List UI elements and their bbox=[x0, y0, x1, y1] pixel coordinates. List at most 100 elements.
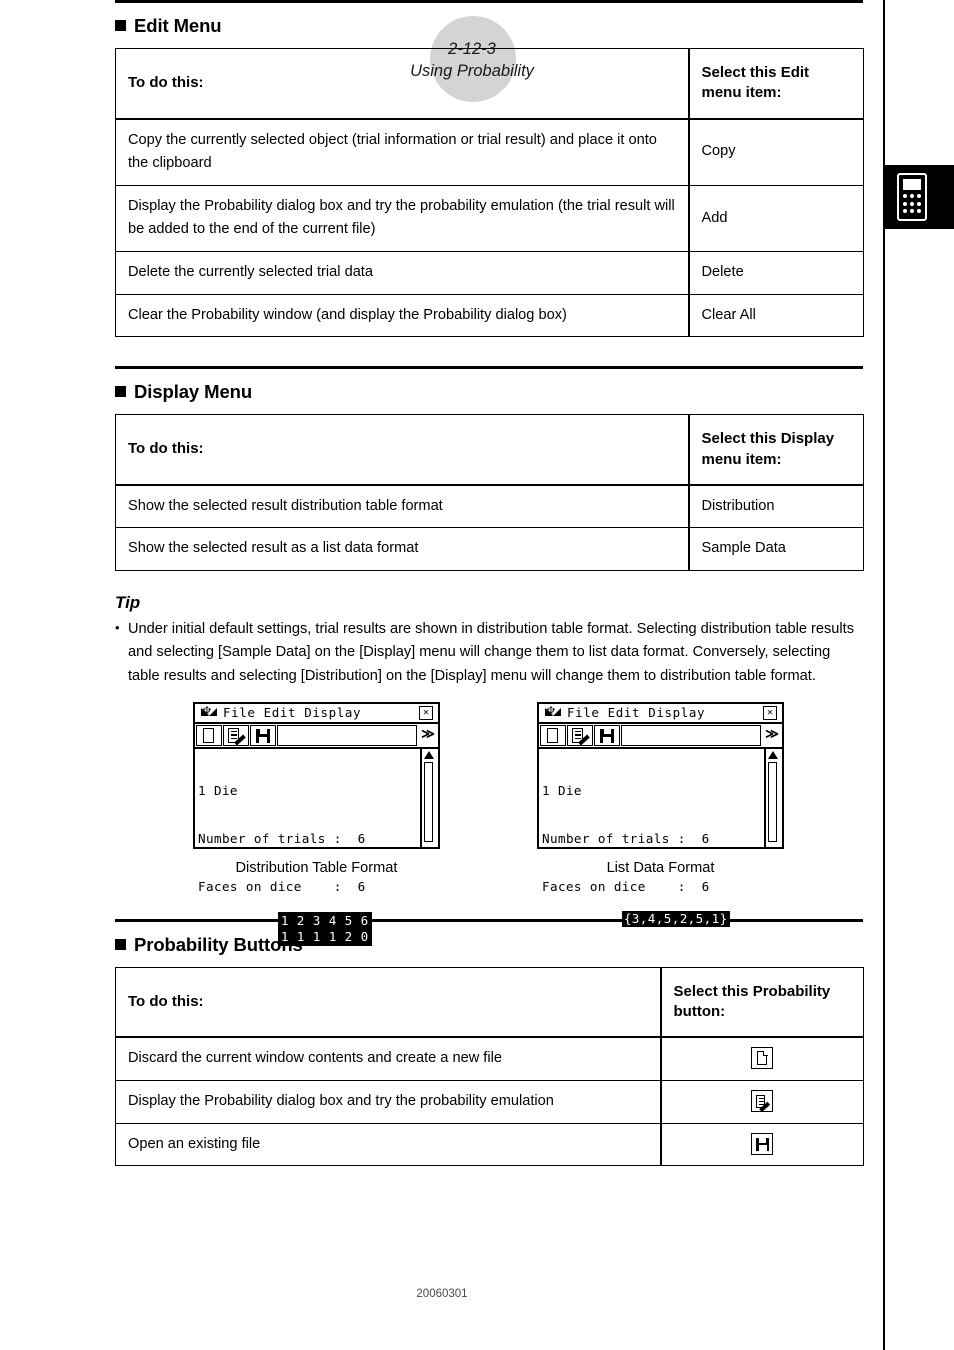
cell-action: Show the selected result distribution ta… bbox=[115, 484, 689, 529]
lcd-scrollbar[interactable] bbox=[764, 748, 782, 847]
lcd-line-trials: Number of trials : 6 bbox=[198, 830, 366, 846]
calculator-icon bbox=[897, 173, 927, 221]
close-icon[interactable]: ✕ bbox=[419, 705, 433, 720]
lcd-scrollbar[interactable] bbox=[420, 748, 438, 847]
cell-action: Discard the current window contents and … bbox=[115, 1036, 661, 1081]
screenshot-caption: Distribution Table Format bbox=[235, 859, 398, 876]
open-file-icon[interactable] bbox=[751, 1132, 774, 1155]
table-header-row: To do this: Select this Probability butt… bbox=[115, 966, 864, 1039]
lcd-toolbar: ≫ bbox=[537, 723, 784, 749]
lcd-titlebar: ♆ File Edit Display ✕ bbox=[193, 701, 440, 724]
toolbar-overflow-icon[interactable]: ≫ bbox=[418, 725, 438, 745]
cell-action: Display the Probability dialog box and t… bbox=[115, 1079, 661, 1124]
close-icon[interactable]: ✕ bbox=[763, 705, 777, 720]
calculator-keys bbox=[903, 194, 921, 215]
display-menu-table: To do this: Select this Display menu ite… bbox=[115, 414, 864, 572]
lcd-line-faces: Faces on dice : 6 bbox=[542, 878, 710, 894]
cell-menu-item: Distribution bbox=[687, 484, 864, 529]
new-file-icon[interactable] bbox=[751, 1047, 774, 1070]
cell-action: Show the selected result as a list data … bbox=[115, 527, 689, 572]
lcd-line-trials: Number of trials : 6 bbox=[542, 830, 710, 846]
calculator-screenshots: ♆ File Edit Display ✕ ≫ 1 Die Number of … bbox=[115, 701, 863, 946]
column-header-menu-item: Select this Edit menu item: bbox=[687, 48, 864, 120]
column-header-action: To do this: bbox=[115, 414, 689, 486]
cell-action: Delete the currently selected trial data bbox=[115, 251, 689, 295]
edit-menu-table: To do this: Select this Edit menu item: … bbox=[115, 48, 864, 338]
table-row: Display the Probability dialog box and t… bbox=[115, 184, 864, 253]
lcd-body: 1 Die Number of trials : 6 Faces on dice… bbox=[537, 748, 784, 927]
section-heading-edit-menu-label: Edit Menu bbox=[134, 15, 222, 36]
lcd-menubar[interactable]: File Edit Display bbox=[567, 705, 763, 720]
table-row: Display the Probability dialog box and t… bbox=[115, 1079, 864, 1124]
lcd-toolbar: ≫ bbox=[193, 723, 440, 749]
lcd-content: 1 Die Number of trials : 6 Faces on dice… bbox=[195, 749, 420, 946]
cell-menu-item: Delete bbox=[687, 251, 864, 295]
section-heading-display-menu-label: Display Menu bbox=[134, 381, 253, 403]
probability-buttons-table: To do this: Select this Probability butt… bbox=[115, 966, 864, 1167]
scroll-up-icon[interactable] bbox=[768, 750, 778, 759]
column-header-action: To do this: bbox=[115, 48, 689, 120]
column-header-button: Select this Probability button: bbox=[659, 966, 864, 1039]
distribution-row-values: 1 2 3 4 5 6 bbox=[280, 912, 369, 928]
scrollbar-thumb[interactable] bbox=[768, 761, 777, 842]
toolbar-overflow-icon[interactable]: ≫ bbox=[762, 725, 782, 745]
probability-dialog-icon[interactable] bbox=[223, 724, 249, 746]
toolbar-field[interactable] bbox=[277, 724, 417, 746]
screenshot-distribution-table: ♆ File Edit Display ✕ ≫ 1 Die Number of … bbox=[193, 701, 440, 946]
cell-action: Display the Probability dialog box and t… bbox=[115, 184, 689, 253]
lcd-line-title: 1 Die bbox=[542, 782, 582, 798]
cell-action: Clear the Probability window (and displa… bbox=[115, 293, 689, 338]
app-logo-glyph: ♆ bbox=[201, 704, 213, 720]
distribution-row-counts: 1 1 1 1 2 0 bbox=[280, 928, 369, 944]
screenshot-list-data: ♆ File Edit Display ✕ ≫ 1 Die Number of … bbox=[537, 701, 784, 927]
distribution-table-result[interactable]: 1 2 3 4 5 61 1 1 1 2 0 bbox=[277, 911, 372, 946]
table-header-row: To do this: Select this Display menu ite… bbox=[115, 414, 864, 486]
table-row: Clear the Probability window (and displa… bbox=[115, 293, 864, 338]
tip-text: Under initial default settings, trial re… bbox=[128, 621, 854, 684]
tip-bullet-icon: • bbox=[115, 620, 120, 636]
section-heading-edit-menu: Edit Menu bbox=[115, 15, 863, 37]
tip-heading: Tip bbox=[115, 593, 141, 613]
table-row: Copy the currently selected object (tria… bbox=[115, 118, 864, 186]
lcd-titlebar: ♆ File Edit Display ✕ bbox=[537, 701, 784, 724]
column-header-menu-item: Select this Display menu item: bbox=[687, 414, 864, 486]
page-footer: 20060301 bbox=[416, 1288, 468, 1300]
new-file-icon[interactable] bbox=[196, 724, 222, 746]
cell-menu-item: Sample Data bbox=[687, 527, 864, 572]
lcd-body: 1 Die Number of trials : 6 Faces on dice… bbox=[193, 748, 440, 946]
screenshot-caption: List Data Format bbox=[606, 859, 715, 876]
lcd-menubar[interactable]: File Edit Display bbox=[223, 705, 419, 720]
app-logo-icon: ♆ bbox=[201, 706, 217, 720]
cell-menu-item: Add bbox=[687, 184, 864, 253]
open-file-icon[interactable] bbox=[250, 724, 276, 746]
table-row: Show the selected result distribution ta… bbox=[115, 484, 864, 529]
cell-menu-item: Copy bbox=[687, 118, 864, 186]
calculator-screen bbox=[903, 179, 921, 190]
new-file-icon[interactable] bbox=[540, 724, 566, 746]
table-row: Discard the current window contents and … bbox=[115, 1036, 864, 1081]
cell-menu-item: Clear All bbox=[687, 293, 864, 338]
scrollbar-thumb[interactable] bbox=[424, 761, 433, 842]
app-logo-icon: ♆ bbox=[545, 706, 561, 720]
list-data-result[interactable]: {3,4,5,2,5,1} bbox=[621, 910, 730, 927]
lcd-line-title: 1 Die bbox=[198, 782, 238, 798]
cell-button-icon bbox=[659, 1036, 864, 1081]
column-header-action: To do this: bbox=[115, 966, 661, 1039]
cell-button-icon bbox=[659, 1079, 864, 1124]
cell-action: Open an existing file bbox=[115, 1122, 661, 1167]
scroll-up-icon[interactable] bbox=[424, 750, 434, 759]
lcd-content: 1 Die Number of trials : 6 Faces on dice… bbox=[539, 749, 764, 927]
section-divider-edit-menu bbox=[115, 0, 863, 3]
bullet-square-icon bbox=[115, 386, 126, 398]
chapter-tab-calculator bbox=[884, 165, 954, 229]
table-row: Show the selected result as a list data … bbox=[115, 527, 864, 572]
open-file-icon[interactable] bbox=[594, 724, 620, 746]
probability-dialog-icon[interactable] bbox=[567, 724, 593, 746]
lcd-line-faces: Faces on dice : 6 bbox=[198, 878, 366, 894]
cell-action: Copy the currently selected object (tria… bbox=[115, 118, 689, 186]
probability-dialog-icon[interactable] bbox=[751, 1090, 774, 1113]
table-header-row: To do this: Select this Edit menu item: bbox=[115, 48, 864, 120]
app-logo-glyph: ♆ bbox=[545, 704, 557, 720]
section-divider-display-menu bbox=[115, 366, 863, 370]
toolbar-field[interactable] bbox=[621, 724, 761, 746]
